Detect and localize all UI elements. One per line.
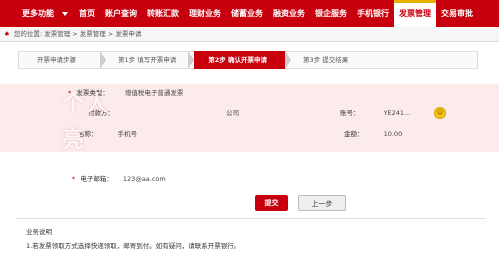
business-notes-line: 1.若发票领取方式选择快递领取，邮寄到付。如有疑问，请联系开票银行。 <box>26 242 241 250</box>
email-value[interactable]: 123@aa.com <box>123 175 166 183</box>
nav-item-mobile-banking[interactable]: 手机银行 <box>352 0 394 27</box>
nav-item-transfer[interactable]: 转账汇款 <box>142 0 184 27</box>
more-functions-label: 更多功能 <box>22 9 54 18</box>
amount-value: 10.00 <box>383 130 403 138</box>
business-notes-title: 业务说明 <box>26 228 52 236</box>
nav-item-wealth[interactable]: 理财业务 <box>184 0 226 27</box>
previous-step-button[interactable]: 上一步 <box>298 195 346 211</box>
invoice-type-value: 增值税电子普通发票 <box>124 89 184 97</box>
amount-row: 金额： 10.00 <box>344 125 402 143</box>
divider <box>16 218 486 219</box>
nav-item-bank-enterprise[interactable]: 银企服务 <box>310 0 352 27</box>
chevron-down-icon <box>62 11 68 16</box>
name-value: 手机号 <box>117 130 138 138</box>
name-row: 名称： 手机号 <box>78 125 137 143</box>
more-functions-menu[interactable]: 更多功能 <box>0 0 74 27</box>
step-2-current: 第2步 确认开票申请 <box>194 51 285 69</box>
top-navigation: 更多功能 首页 账户查询 转账汇款 理财业务 储蓄业务 融资业务 银企服务 手机… <box>0 0 499 27</box>
steps-title: 开票申请步骤 <box>37 56 76 64</box>
nav-item-transaction-approval[interactable]: 交易审批 <box>436 0 478 27</box>
submit-button[interactable]: 提交 <box>255 195 288 211</box>
breadcrumb-prefix: 您的位置: <box>13 30 43 38</box>
breadcrumb: ♠ 您的位置: 发票管理 > 发票管理 > 发票申请 <box>0 27 499 42</box>
home-icon: ♠ <box>4 30 10 38</box>
required-mark: * <box>72 175 76 183</box>
account-row: 账号： YE241... <box>340 104 410 122</box>
breadcrumb-path: 发票管理 > 发票管理 > 发票申请 <box>44 30 142 38</box>
email-row: * 电子邮箱： 123@aa.com <box>72 170 166 188</box>
nav-item-savings[interactable]: 储蓄业务 <box>226 0 268 27</box>
nav-item-invoice-management[interactable]: 发票管理 <box>394 0 436 27</box>
nav-item-home[interactable]: 首页 <box>74 0 100 27</box>
nav-item-account-query[interactable]: 账户查询 <box>100 0 142 27</box>
payer-row: 付款方： 公司 <box>88 104 239 122</box>
step-1: 第1步 填写开票申请 <box>118 56 177 64</box>
watermark-line-2: 亮 <box>62 128 87 153</box>
nav-item-financing[interactable]: 融资业务 <box>268 0 310 27</box>
account-value: YE241... <box>383 109 411 117</box>
watermark-line-1: 个人 <box>62 92 111 117</box>
account-label: 账号： <box>340 109 360 117</box>
emoji-face-icon: ☺ <box>434 107 446 119</box>
amount-label: 金额： <box>344 130 364 138</box>
step-indicator: 开票申请步骤 第1步 填写开票申请 第2步 确认开票申请 第3步 提交结果 <box>18 51 478 69</box>
email-label: 电子邮箱： <box>80 175 113 183</box>
step-3: 第3步 提交结果 <box>303 56 349 64</box>
payer-value: 公司 <box>226 109 240 117</box>
